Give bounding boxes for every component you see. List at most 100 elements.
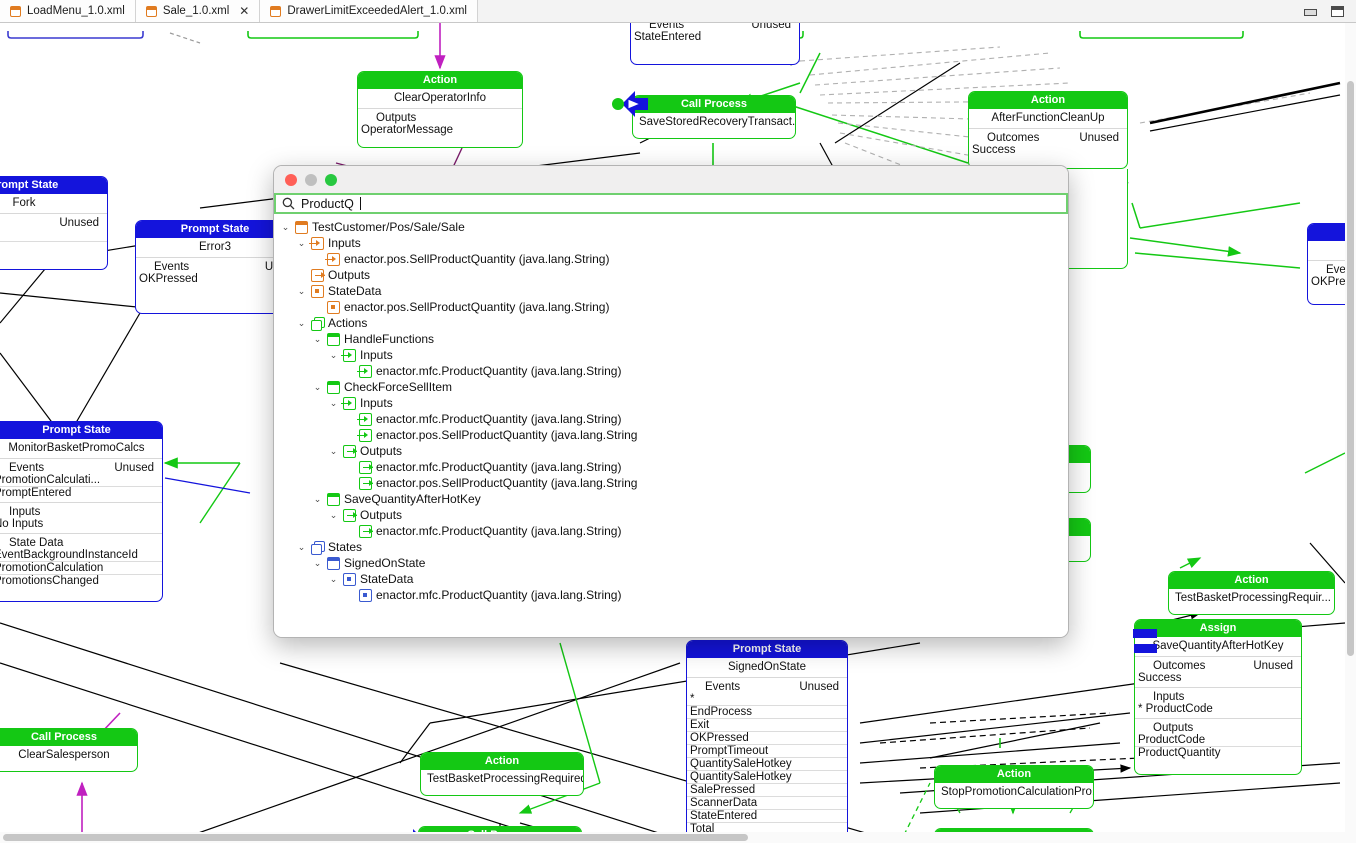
node-row: ProductCode <box>1138 734 1206 746</box>
tree-row[interactable]: enactor.pos.SellProductQuantity (java.la… <box>274 251 1068 267</box>
chevron-down-icon[interactable]: ⌄ <box>328 347 339 363</box>
vertical-scrollbar[interactable] <box>1345 23 1356 843</box>
data-icon <box>327 300 340 314</box>
node-test-basket-bottom[interactable]: Action TestBasketProcessingRequired <box>420 752 584 796</box>
minimize-window-button[interactable] <box>305 173 317 186</box>
tree-row[interactable]: ⌄ SignedOnState <box>274 555 1068 571</box>
node-save-stored-recovery[interactable]: Call Process SaveStoredRecoveryTransact.… <box>632 95 796 139</box>
node-name: TestBasketProcessingRequir... <box>1175 592 1331 604</box>
tree-row-label: HandleFunctions <box>344 332 435 346</box>
chevron-down-icon[interactable]: ⌄ <box>280 219 291 235</box>
horizontal-scrollbar-thumb[interactable] <box>3 834 748 841</box>
tree-row[interactable]: ⌄ SaveQuantityAfterHotKey <box>274 491 1068 507</box>
node-error3-prompt-state[interactable]: Prompt State Error3 Events Unu OKPressed <box>135 220 295 314</box>
node-fork-prompt-state[interactable]: Prompt State Fork Unused ered ut <box>0 176 108 270</box>
tree-row[interactable]: enactor.mfc.ProductQuantity (java.lang.S… <box>274 459 1068 475</box>
node-signed-on-state[interactable]: Prompt State SignedOnState Events Unused… <box>686 640 848 843</box>
search-results-tree[interactable]: ⌄ TestCustomer/Pos/Sale/Sale ⌄ Inputs enacto… <box>274 214 1068 637</box>
node-clear-salesperson[interactable]: Call Process ClearSalesperson <box>0 728 138 772</box>
tree-row[interactable]: enactor.pos.SellProductQuantity (java.la… <box>274 427 1068 443</box>
tree-row[interactable]: ⌄ Actions <box>274 315 1068 331</box>
tree-row[interactable]: ⌄ States <box>274 539 1068 555</box>
tree-row-label: TestCustomer/Pos/Sale/Sale <box>312 220 465 234</box>
node-clear-operator-info[interactable]: Action ClearOperatorInfo Outputs Operato… <box>357 71 523 148</box>
node-row: SalePressed <box>687 783 847 796</box>
node-row: PromotionCalculati... <box>0 474 101 486</box>
node-row: PromptTimeout <box>687 744 847 757</box>
section-label: Outcomes <box>1153 660 1206 672</box>
node-section: Events Unu OKPressed <box>136 258 294 288</box>
node-stop-promo-pro[interactable]: Action StopPromotionCalculationPro... <box>934 765 1094 809</box>
tree-row[interactable]: ⌄ StateData <box>274 283 1068 299</box>
node-after-function-cleanup[interactable]: Action AfterFunctionCleanUp Outcomes Unu… <box>968 91 1128 169</box>
vertical-scrollbar-thumb[interactable] <box>1347 81 1354 656</box>
in-icon <box>309 236 324 250</box>
in-icon <box>341 348 356 362</box>
node-assign-save-quantity[interactable]: Assign SaveQuantityAfterHotKey Outcomes … <box>1134 619 1302 775</box>
tab-loadmenu[interactable]: LoadMenu_1.0.xml <box>0 0 136 22</box>
chevron-down-icon[interactable]: ⌄ <box>296 539 307 555</box>
close-window-button[interactable] <box>285 173 297 186</box>
close-icon[interactable]: ✕ <box>239 4 249 18</box>
chevron-down-icon[interactable]: ⌄ <box>296 235 307 251</box>
search-dialog[interactable]: ProductQ ⌄ TestCustomer/Pos/Sale/Sale ⌄ Inp… <box>273 165 1069 638</box>
node-monitor-basket-promo-calcs[interactable]: Prompt State MonitorBasketPromoCalcs Eve… <box>0 421 163 602</box>
tree-row-label: enactor.mfc.ProductQuantity (java.lang.S… <box>376 588 622 602</box>
tree-row[interactable]: enactor.mfc.ProductQuantity (java.lang.S… <box>274 411 1068 427</box>
chevron-down-icon[interactable]: ⌄ <box>328 571 339 587</box>
chevron-down-icon[interactable]: ⌄ <box>328 507 339 523</box>
node-name: Error3 <box>136 238 294 258</box>
chevron-down-icon[interactable]: ⌄ <box>312 555 323 571</box>
tree-row[interactable]: enactor.mfc.ProductQuantity (java.lang.S… <box>274 523 1068 539</box>
section-right: Unused <box>751 23 791 31</box>
chevron-down-icon[interactable]: ⌄ <box>328 443 339 459</box>
tab-sale[interactable]: Sale_1.0.xml ✕ <box>135 0 261 22</box>
tree-row[interactable]: ⌄ Outputs <box>274 507 1068 523</box>
maximize-button[interactable] <box>1331 5 1344 17</box>
data-icon <box>343 572 356 586</box>
tree-row[interactable]: ⌄ Inputs <box>274 395 1068 411</box>
tree-row[interactable]: ⌄ Inputs <box>274 235 1068 251</box>
node-name: AfterFunctionCleanUp <box>969 109 1127 129</box>
tree-row[interactable]: ⌄ TestCustomer/Pos/Sale/Sale <box>274 219 1068 235</box>
node-section: Events Unused PromotionCalculati... Prom… <box>0 459 162 503</box>
node-name: MonitorBasketPromoCalcs <box>0 439 162 459</box>
chevron-down-icon[interactable]: ⌄ <box>312 491 323 507</box>
node-row: * <box>690 693 695 705</box>
node-section: Unused ered ut <box>0 214 107 257</box>
chevron-down-icon[interactable]: ⌄ <box>296 283 307 299</box>
minimize-button[interactable] <box>1304 6 1317 17</box>
chevron-down-icon[interactable]: ⌄ <box>328 395 339 411</box>
node-events-state-entered[interactable]: Events Unused StateEntered <box>630 23 800 65</box>
search-input-value[interactable]: ProductQ <box>301 197 354 211</box>
tree-row[interactable]: enactor.pos.SellProductQuantity (java.la… <box>274 299 1068 315</box>
chevron-down-icon[interactable]: ⌄ <box>296 315 307 331</box>
tree-row[interactable]: enactor.mfc.ProductQuantity (java.lang.S… <box>274 587 1068 603</box>
blue-marker-1 <box>1133 629 1157 638</box>
horizontal-scrollbar[interactable] <box>0 832 1356 843</box>
node-section-header: Outcomes Unused <box>1135 659 1301 672</box>
in-icon <box>325 252 340 266</box>
tree-row-label: Inputs <box>360 396 393 410</box>
out-icon <box>343 508 357 522</box>
node-row: QuantitySaleHotkey <box>687 757 847 770</box>
node-test-basket-right[interactable]: Action TestBasketProcessingRequir... <box>1168 571 1335 615</box>
search-field[interactable]: ProductQ <box>274 193 1068 214</box>
chevron-down-icon[interactable]: ⌄ <box>312 379 323 395</box>
node-row: OperatorMessage <box>361 124 454 136</box>
tree-row[interactable]: enactor.mfc.ProductQuantity (java.lang.S… <box>274 363 1068 379</box>
node-header: Action <box>935 766 1093 783</box>
chevron-down-icon[interactable]: ⌄ <box>312 331 323 347</box>
tree-row[interactable]: Outputs <box>274 267 1068 283</box>
tree-row[interactable]: ⌄ Outputs <box>274 443 1068 459</box>
tree-row[interactable]: ⌄ Inputs <box>274 347 1068 363</box>
tree-row[interactable]: ⌄ HandleFunctions <box>274 331 1068 347</box>
tree-row[interactable]: ⌄ StateData <box>274 571 1068 587</box>
out-icon <box>359 524 373 538</box>
tree-row[interactable]: enactor.pos.SellProductQuantity (java.la… <box>274 475 1068 491</box>
zoom-window-button[interactable] <box>325 173 337 186</box>
dialog-titlebar[interactable] <box>274 166 1068 193</box>
tree-row[interactable]: ⌄ CheckForceSellItem <box>274 379 1068 395</box>
folder-icon <box>327 380 340 394</box>
tab-drawerlimit[interactable]: DrawerLimitExceededAlert_1.0.xml <box>260 0 478 22</box>
